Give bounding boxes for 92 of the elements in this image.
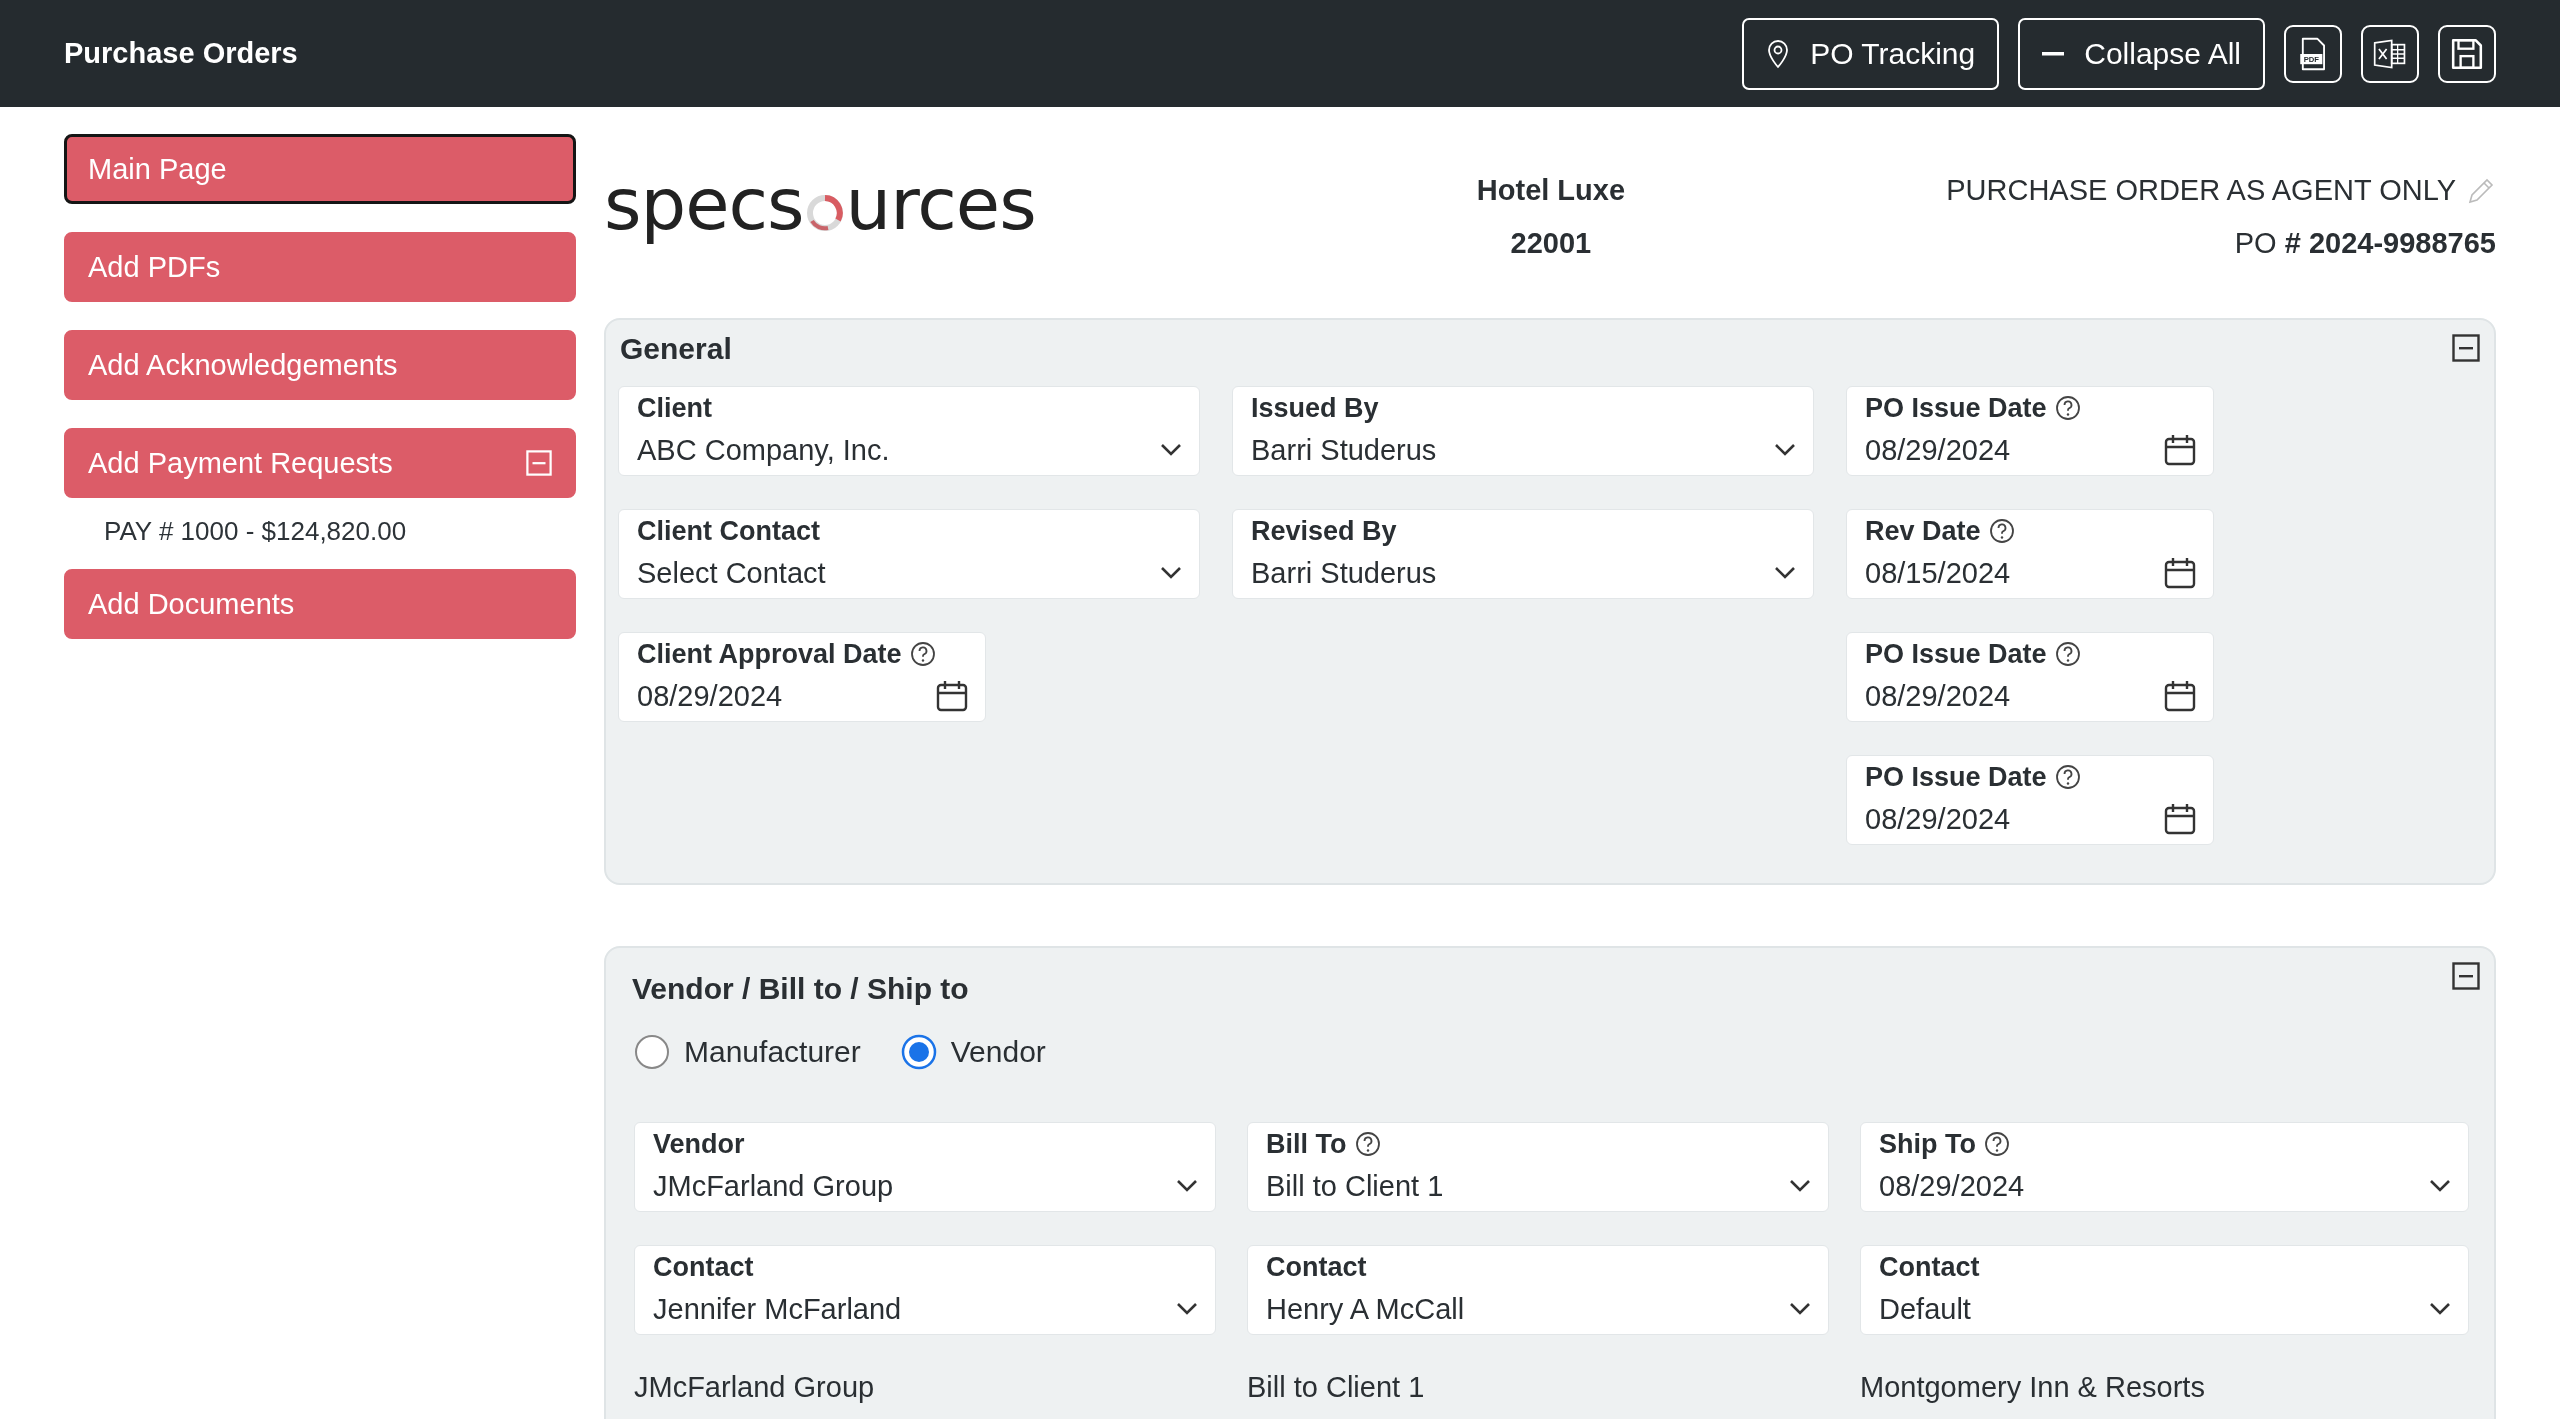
field-value: Barri Studerus: [1251, 556, 1437, 590]
section-title: General: [619, 332, 732, 366]
field-label: Ship To: [1879, 1128, 1976, 1160]
field-label: Issued By: [1251, 392, 1379, 424]
field-value: Bill to Client 1: [1266, 1169, 1444, 1203]
toolbar-button[interactable]: PO Tracking: [1742, 17, 2000, 90]
sidebar-button[interactable]: Add PDFs: [64, 232, 576, 302]
payment-request-link[interactable]: PAY # 1000 - $124,820.00: [64, 516, 576, 547]
calendar-icon: [2163, 556, 2197, 590]
agent-note: PURCHASE ORDER AS AGENT ONLY: [1946, 174, 2456, 207]
icon-button[interactable]: [2438, 24, 2496, 83]
project-name: Hotel Luxe: [1476, 174, 1626, 207]
field-label: Contact: [653, 1251, 754, 1283]
address-name: JMcFarland Group: [634, 1371, 876, 1404]
address-name: Bill to Client 1: [1247, 1371, 1426, 1404]
icon-button[interactable]: PDF: [2284, 24, 2342, 83]
chevron-down-icon: [1159, 442, 1183, 458]
field-value: Henry A McCall: [1266, 1292, 1465, 1326]
radio-option[interactable]: Vendor: [900, 1034, 1046, 1070]
chevron-down-icon: [1175, 1178, 1199, 1194]
calendar-icon: [2163, 679, 2197, 713]
icon-button[interactable]: [2361, 24, 2419, 83]
field-label: PO Issue Date: [1865, 638, 2047, 670]
dropdown-field[interactable]: Ship To 08/29/2024: [1860, 1122, 2469, 1212]
field-value: 08/29/2024: [1865, 433, 2011, 467]
dropdown-field[interactable]: Vendor JMcFarland Group: [634, 1122, 1216, 1212]
calendar-icon: [2163, 433, 2197, 467]
collapse-icon[interactable]: [2452, 962, 2480, 990]
sidebar-button[interactable]: Add Acknowledgements: [64, 330, 576, 400]
chevron-down-icon: [1159, 565, 1183, 581]
chevron-down-icon: [1788, 1301, 1812, 1317]
save-icon: [2450, 36, 2484, 71]
field-value: Jennifer McFarland: [653, 1292, 902, 1326]
minus-icon: [2042, 51, 2065, 56]
chevron-down-icon: [1773, 442, 1797, 458]
date-field[interactable]: PO Issue Date 08/29/2024: [1846, 632, 2214, 722]
field-value: Default: [1879, 1292, 1971, 1326]
logo-text: urces: [845, 162, 1036, 246]
chevron-down-icon: [2428, 1178, 2452, 1194]
field-label: Rev Date: [1865, 515, 1981, 547]
dropdown-field[interactable]: Issued By Barri Studerus: [1232, 386, 1814, 476]
field-label: PO Issue Date: [1865, 761, 2047, 793]
field-label: Contact: [1879, 1251, 1980, 1283]
field-value: 08/15/2024: [1865, 556, 2011, 590]
field-value: Barri Studerus: [1251, 433, 1437, 467]
section-title: Vendor / Bill to / Ship to: [632, 972, 969, 1006]
field-value: 08/29/2024: [1879, 1169, 2025, 1203]
field-label: Client: [637, 392, 712, 424]
chevron-down-icon: [1773, 565, 1797, 581]
field-label: Client Approval Date: [637, 638, 902, 670]
date-field[interactable]: PO Issue Date 08/29/2024: [1846, 386, 2214, 476]
sidebar-button[interactable]: Add Payment Requests: [64, 428, 576, 498]
po-number: PO # 2024-9988765: [2234, 227, 2496, 260]
chevron-down-icon: [1175, 1301, 1199, 1317]
field-value: 08/29/2024: [1865, 679, 2011, 713]
field-value: ABC Company, Inc.: [637, 433, 890, 467]
calendar-icon: [935, 679, 969, 713]
field-value: 08/29/2024: [1865, 802, 2011, 836]
dropdown-field[interactable]: Contact Henry A McCall: [1247, 1245, 1829, 1335]
field-label: PO Issue Date: [1865, 392, 2047, 424]
field-label: Bill To: [1266, 1128, 1347, 1160]
ring-logo-icon: [804, 193, 845, 233]
logo-text: specs: [604, 162, 804, 246]
dropdown-field[interactable]: Revised By Barri Studerus: [1232, 509, 1814, 599]
field-label: Contact: [1266, 1251, 1367, 1283]
collapse-icon[interactable]: [2452, 334, 2480, 362]
date-field[interactable]: Client Approval Date 08/29/2024: [618, 632, 986, 722]
sidebar-button[interactable]: Main Page: [64, 134, 576, 204]
project-number: 22001: [1510, 227, 1592, 260]
field-label: Vendor: [653, 1128, 745, 1160]
field-value: Select Contact: [637, 556, 826, 590]
field-value: JMcFarland Group: [653, 1169, 894, 1203]
date-field[interactable]: PO Issue Date 08/29/2024: [1846, 755, 2214, 845]
dropdown-field[interactable]: Contact Jennifer McFarland: [634, 1245, 1216, 1335]
spreadsheet-icon: [2373, 36, 2407, 71]
dropdown-field[interactable]: Client Contact Select Contact: [618, 509, 1200, 599]
date-field[interactable]: Rev Date 08/15/2024: [1846, 509, 2214, 599]
calendar-icon: [2163, 802, 2197, 836]
toolbar-button[interactable]: Collapse All: [2018, 17, 2265, 90]
dropdown-field[interactable]: Bill To Bill to Client 1: [1247, 1122, 1829, 1212]
chevron-down-icon: [1788, 1178, 1812, 1194]
dropdown-field[interactable]: Contact Default: [1860, 1245, 2469, 1335]
address-name: Montgomery Inn & Resorts: [1860, 1371, 2206, 1404]
field-label: Revised By: [1251, 515, 1397, 547]
chevron-down-icon: [2428, 1301, 2452, 1317]
dropdown-field[interactable]: Client ABC Company, Inc.: [618, 386, 1200, 476]
field-label: Client Contact: [637, 515, 820, 547]
sidebar-button[interactable]: Add Documents: [64, 569, 576, 639]
field-value: 08/29/2024: [637, 679, 783, 713]
app-title: Purchase Orders: [64, 37, 299, 70]
location-pin-icon: [1766, 38, 1791, 69]
radio-option[interactable]: Manufacturer: [634, 1034, 861, 1070]
